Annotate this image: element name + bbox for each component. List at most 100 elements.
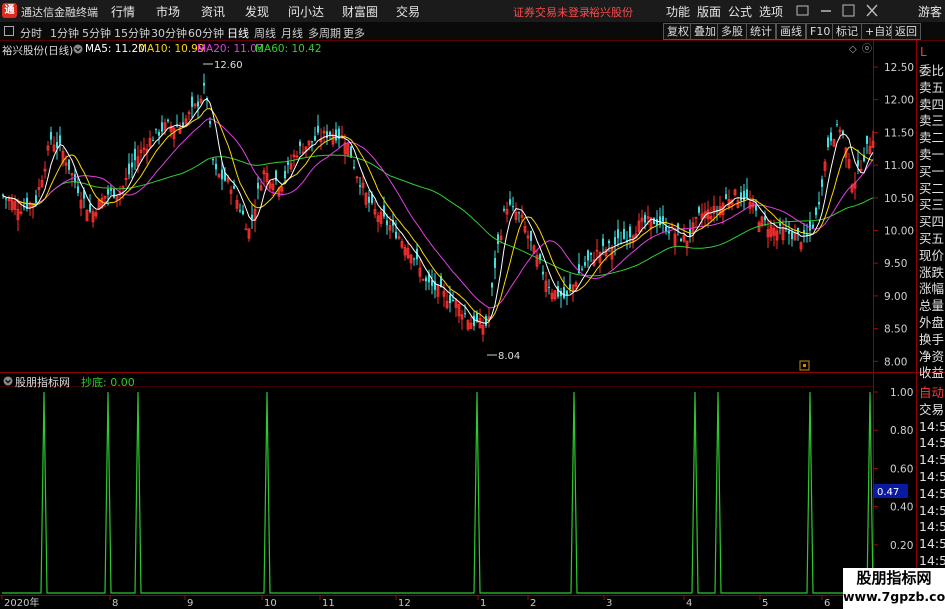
side-time-label: 14:56: [919, 519, 945, 535]
side-label: 卖二: [919, 130, 945, 146]
signal-line: [2, 391, 874, 594]
side-label: 买一: [919, 163, 945, 179]
candle-body: [215, 163, 217, 170]
candle-body: [326, 131, 328, 139]
side-time-label: 14:55: [919, 452, 945, 468]
candle-body: [530, 230, 532, 241]
candle-body: [581, 268, 583, 270]
candle-body: [56, 142, 58, 149]
candle-body: [221, 169, 223, 180]
candle-body: [503, 208, 505, 211]
candle-body: [491, 283, 493, 288]
candle-body: [134, 148, 136, 161]
candle-body: [449, 295, 451, 303]
candle-body: [791, 232, 793, 240]
date-tick-label: 4: [686, 598, 692, 609]
side-label: 买三: [919, 197, 945, 213]
candle-body: [329, 131, 331, 135]
side-label: 卖一: [919, 146, 945, 162]
side-label: 卖五: [919, 79, 945, 95]
side-l: L: [920, 45, 927, 59]
candle-body: [311, 141, 313, 143]
candle-body: [866, 135, 868, 144]
candle-body: [680, 238, 682, 242]
side-time-label: 14:56: [919, 502, 945, 518]
candle-body: [251, 214, 253, 219]
candle-body: [161, 122, 163, 132]
sub-tick-label: 1.00: [890, 387, 913, 399]
candle-body: [158, 132, 160, 136]
side-label: 涨幅: [919, 281, 945, 297]
candle-body: [512, 206, 514, 208]
price-tick-label: 9.50: [884, 258, 907, 270]
candle-body: [317, 125, 319, 133]
ma60-line: [2, 154, 874, 277]
price-tick-label: 8.50: [884, 324, 907, 336]
candle-body: [743, 190, 745, 201]
candle-body: [386, 220, 388, 226]
candle-body: [788, 230, 790, 234]
candle-body: [494, 258, 496, 268]
candle-body: [5, 198, 7, 200]
sub-tick-label: 0.60: [890, 463, 913, 475]
candle-body: [836, 124, 838, 126]
candle-body: [764, 216, 766, 221]
candle-body: [425, 277, 427, 282]
candle-body: [107, 189, 109, 195]
side-time-label: 14:56: [919, 536, 945, 552]
candle-body: [698, 207, 700, 213]
low-label: 8.04: [498, 351, 520, 362]
price-tick-label: 8.00: [884, 356, 907, 368]
side-label: 净资: [919, 348, 945, 364]
candle-body: [314, 135, 316, 141]
candle-body: [725, 194, 727, 199]
candle-body: [155, 128, 157, 130]
date-tick-label: 2020年: [4, 596, 39, 609]
price-tick-label: 11.00: [884, 160, 914, 172]
candle-body: [167, 119, 169, 122]
sub-tick-label: 0.20: [890, 540, 913, 552]
side-label: 涨跌: [919, 264, 945, 280]
candle-body: [746, 189, 748, 197]
candle-body: [827, 137, 829, 148]
side-label: 委比: [919, 63, 945, 78]
candle-body: [821, 179, 823, 187]
watermark: 股朋指标网 www.7gpzb.com: [843, 568, 945, 609]
candle-body: [755, 204, 757, 211]
candle-body: [50, 131, 52, 140]
price-tick-label: 9.00: [884, 291, 907, 303]
candle-body: [77, 186, 79, 194]
candle-body: [464, 313, 466, 315]
candle-body: [284, 170, 286, 179]
watermark-title: 股朋指标网: [856, 569, 932, 587]
side-label: 卖四: [919, 96, 945, 112]
candle-body: [395, 231, 397, 239]
candle-body: [209, 121, 211, 124]
candle-body: [857, 160, 859, 166]
watermark-url: www.7gpzb.com: [843, 589, 945, 604]
candle-body: [668, 231, 670, 234]
price-tick-label: 10.50: [884, 193, 914, 205]
candle-body: [239, 210, 241, 212]
side-time-label: 自动: [919, 385, 945, 400]
kline-chart[interactable]: 12.5012.0011.5011.0010.5010.009.509.008.…: [0, 0, 945, 609]
side-label: 现价: [919, 247, 945, 263]
side-label: 卖三: [919, 113, 945, 129]
date-tick-label: 6: [824, 598, 830, 609]
candle-body: [59, 135, 61, 144]
date-tick-label: 9: [187, 598, 193, 609]
candle-body: [359, 185, 361, 187]
candle-body: [542, 271, 544, 275]
candle-body: [644, 214, 646, 223]
collapse-icon[interactable]: [3, 376, 13, 386]
candle-body: [779, 223, 781, 226]
candle-body: [662, 216, 664, 222]
candle-body: [809, 220, 811, 231]
candle-body: [473, 315, 475, 326]
sub-tick-label: 0.80: [890, 425, 913, 437]
side-label: 买五: [919, 230, 945, 246]
date-tick-label: 2: [530, 598, 536, 609]
candle-body: [335, 129, 337, 141]
candle-body: [608, 240, 610, 244]
candle-body: [818, 201, 820, 205]
